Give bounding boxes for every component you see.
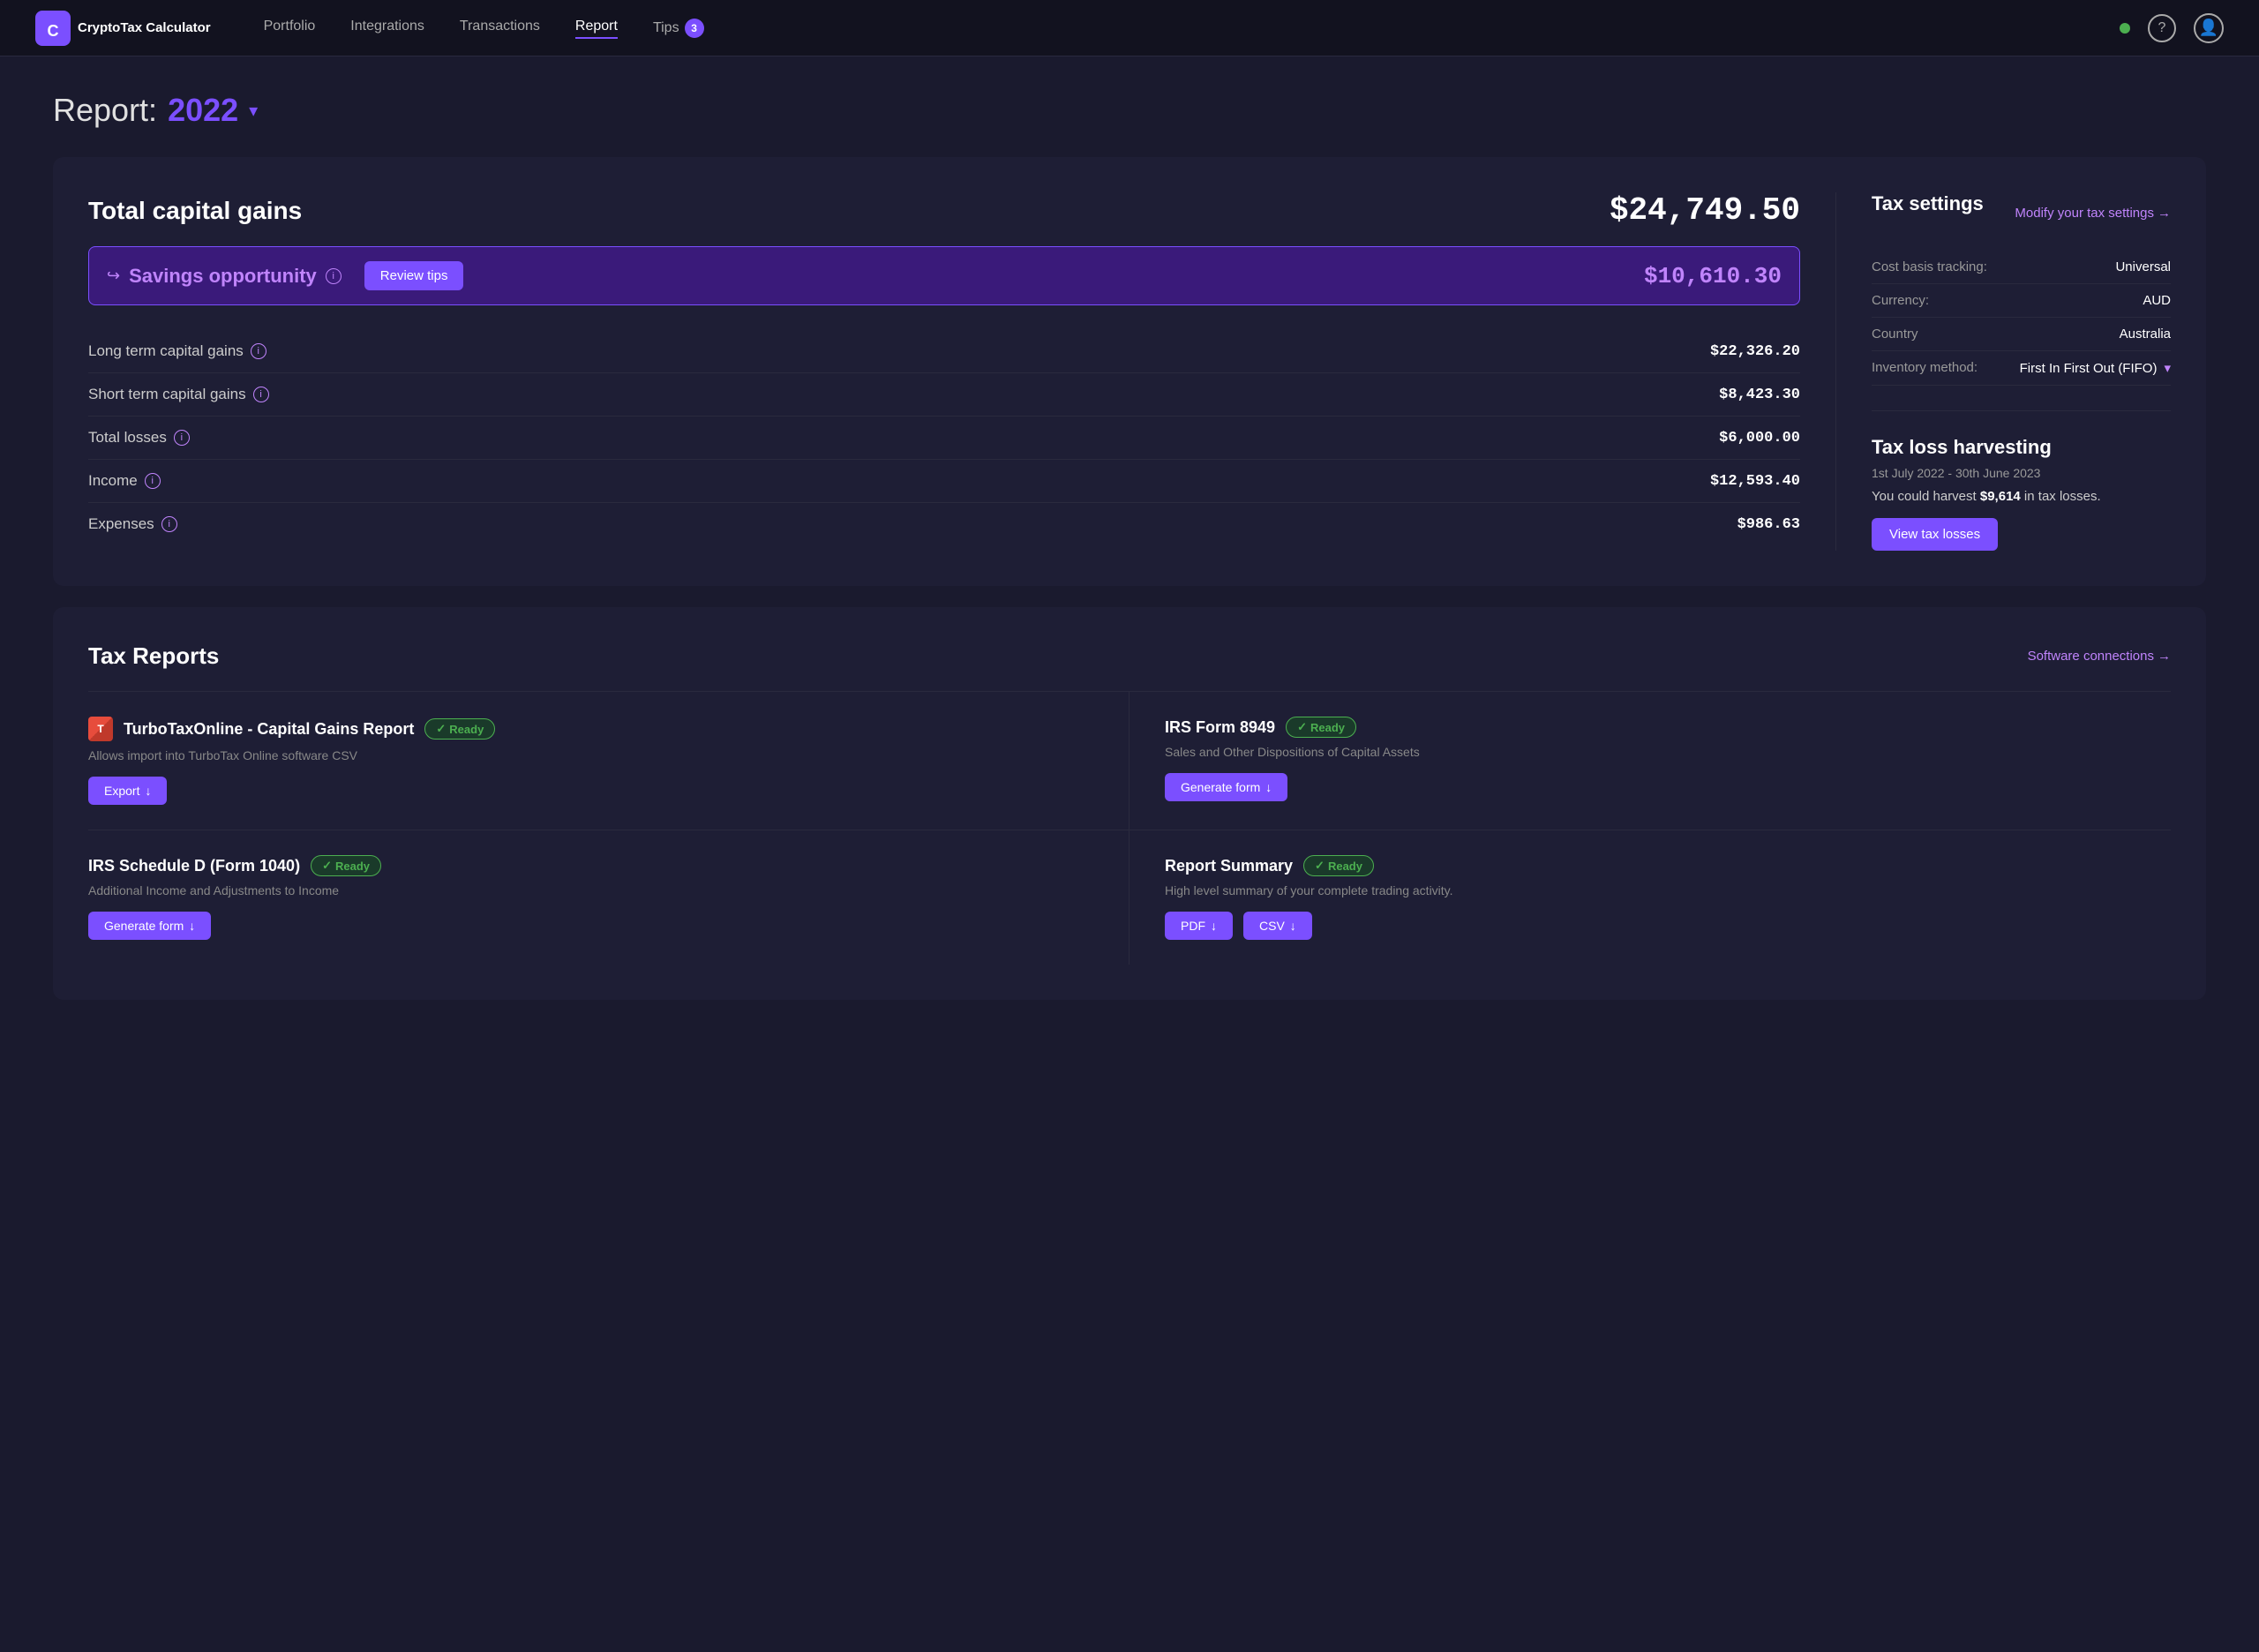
income-value: $12,593.40 [1710, 473, 1800, 490]
reports-header: Tax Reports Software connections → [88, 642, 2171, 670]
settings-row-cost-basis: Cost basis tracking: Universal [1872, 251, 2171, 284]
settings-row-country: Country Australia [1872, 318, 2171, 351]
scheduled-actions: Generate form ↓ [88, 912, 1093, 940]
year-chevron-icon[interactable]: ▾ [249, 100, 258, 122]
ltcg-value: $22,326.20 [1710, 343, 1800, 360]
download-icon: ↓ [145, 784, 151, 798]
reports-grid: T TurboTaxOnline - Capital Gains Report … [88, 691, 2171, 965]
left-section: Total capital gains $24,749.50 ↪ Savings… [88, 192, 1800, 551]
page-header: Report: 2022 ▾ [53, 92, 2206, 129]
ltcg-info-icon[interactable]: i [251, 343, 266, 359]
report-item-schedule-d: IRS Schedule D (Form 1040) ✓ Ready Addit… [88, 830, 1130, 965]
logo[interactable]: C CryptoTax Calculator [35, 11, 211, 46]
losses-value: $6,000.00 [1719, 430, 1800, 447]
harvest-title: Tax loss harvesting [1872, 436, 2171, 459]
page-title-year[interactable]: 2022 [168, 92, 238, 129]
summary-actions: PDF ↓ CSV ↓ [1165, 912, 2171, 940]
tips-badge: 3 [685, 19, 704, 38]
summary-csv-button[interactable]: CSV ↓ [1243, 912, 1312, 940]
income-label: Income i [88, 472, 161, 490]
summary-description: High level summary of your complete trad… [1165, 883, 2171, 897]
download-icon: ↓ [1211, 919, 1217, 933]
expenses-label: Expenses i [88, 515, 177, 533]
harvest-text: You could harvest $9,614 in tax losses. [1872, 489, 2171, 504]
stcg-info-icon[interactable]: i [253, 387, 269, 402]
check-icon: ✓ [1297, 720, 1307, 734]
nav-tips[interactable]: Tips 3 [653, 19, 704, 38]
svg-text:C: C [48, 21, 59, 39]
irs8949-description: Sales and Other Dispositions of Capital … [1165, 745, 2171, 759]
page-title-label: Report: [53, 92, 157, 129]
nav-integrations[interactable]: Integrations [350, 19, 424, 34]
line-item-expenses: Expenses i $986.63 [88, 503, 1800, 545]
tax-reports-title: Tax Reports [88, 642, 219, 670]
stcg-value: $8,423.30 [1719, 387, 1800, 403]
scheduled-description: Additional Income and Adjustments to Inc… [88, 883, 1093, 897]
tax-settings-title: Tax settings [1872, 192, 1984, 215]
line-item-losses: Total losses i $6,000.00 [88, 417, 1800, 460]
modify-tax-settings-link[interactable]: Modify your tax settings → [2015, 206, 2171, 221]
turbotax-description: Allows import into TurboTax Online softw… [88, 748, 1093, 762]
nav-portfolio[interactable]: Portfolio [264, 19, 316, 34]
right-section: Tax settings Modify your tax settings → … [1835, 192, 2171, 551]
scheduled-report-name: IRS Schedule D (Form 1040) [88, 857, 300, 875]
nav-report[interactable]: Report [575, 19, 618, 39]
report-item-summary: Report Summary ✓ Ready High level summar… [1130, 830, 2171, 965]
capital-gains-card: Total capital gains $24,749.50 ↪ Savings… [53, 157, 2206, 586]
check-icon: ✓ [322, 859, 332, 873]
tax-reports-card: Tax Reports Software connections → T Tur… [53, 607, 2206, 1000]
software-connections-link[interactable]: Software connections → [2028, 649, 2171, 664]
income-info-icon[interactable]: i [145, 473, 161, 489]
avatar[interactable]: 👤 [2194, 13, 2224, 43]
harvest-date: 1st July 2022 - 30th June 2023 [1872, 466, 2171, 480]
irs8949-ready-badge: ✓ Ready [1286, 717, 1356, 738]
review-tips-button[interactable]: Review tips [364, 261, 464, 290]
logo-text: CryptoTax Calculator [78, 20, 211, 35]
download-icon: ↓ [189, 919, 195, 933]
summary-ready-badge: ✓ Ready [1303, 855, 1374, 876]
turbotax-icon: T [88, 717, 113, 741]
inventory-chevron-icon[interactable]: ▾ [2164, 360, 2171, 376]
line-item-stcg: Short term capital gains i $8,423.30 [88, 373, 1800, 417]
settings-row-currency: Currency: AUD [1872, 284, 2171, 318]
view-tax-losses-button[interactable]: View tax losses [1872, 518, 1998, 551]
irs8949-report-name: IRS Form 8949 [1165, 718, 1275, 737]
report-item-irs8949: IRS Form 8949 ✓ Ready Sales and Other Di… [1130, 691, 2171, 830]
irs8949-generate-button[interactable]: Generate form ↓ [1165, 773, 1287, 801]
settings-row-inventory: Inventory method: First In First Out (FI… [1872, 351, 2171, 386]
nav-transactions[interactable]: Transactions [460, 19, 540, 34]
expenses-value: $986.63 [1737, 516, 1800, 533]
check-icon: ✓ [436, 722, 446, 736]
ltcg-label: Long term capital gains i [88, 342, 266, 360]
line-item-ltcg: Long term capital gains i $22,326.20 [88, 330, 1800, 373]
summary-report-name: Report Summary [1165, 857, 1293, 875]
stcg-label: Short term capital gains i [88, 386, 269, 403]
status-indicator [2120, 23, 2130, 34]
savings-label: Savings opportunity [129, 265, 317, 288]
download-icon: ↓ [1290, 919, 1296, 933]
turbotax-report-name: TurboTaxOnline - Capital Gains Report [124, 720, 414, 739]
capital-gains-amount: $24,749.50 [1610, 192, 1800, 229]
scheduled-ready-badge: ✓ Ready [311, 855, 381, 876]
expenses-info-icon[interactable]: i [161, 516, 177, 532]
losses-label: Total losses i [88, 429, 190, 447]
report-item-turbotax: T TurboTaxOnline - Capital Gains Report … [88, 691, 1130, 830]
turbotax-ready-badge: ✓ Ready [424, 718, 495, 740]
scheduled-generate-button[interactable]: Generate form ↓ [88, 912, 211, 940]
savings-amount: $10,610.30 [1644, 263, 1782, 289]
download-icon: ↓ [1265, 780, 1272, 794]
help-icon[interactable]: ? [2148, 14, 2176, 42]
check-icon: ✓ [1315, 859, 1325, 873]
summary-pdf-button[interactable]: PDF ↓ [1165, 912, 1233, 940]
line-item-income: Income i $12,593.40 [88, 460, 1800, 503]
turbotax-export-button[interactable]: Export ↓ [88, 777, 167, 805]
line-items: Long term capital gains i $22,326.20 Sho… [88, 330, 1800, 545]
savings-info-icon[interactable]: i [326, 268, 341, 284]
irs8949-actions: Generate form ↓ [1165, 773, 2171, 801]
savings-banner: ↪ Savings opportunity i Review tips $10,… [88, 246, 1800, 305]
turbotax-actions: Export ↓ [88, 777, 1093, 805]
losses-info-icon[interactable]: i [174, 430, 190, 446]
savings-arrow-icon: ↪ [107, 267, 120, 285]
capital-gains-title: Total capital gains [88, 197, 302, 225]
